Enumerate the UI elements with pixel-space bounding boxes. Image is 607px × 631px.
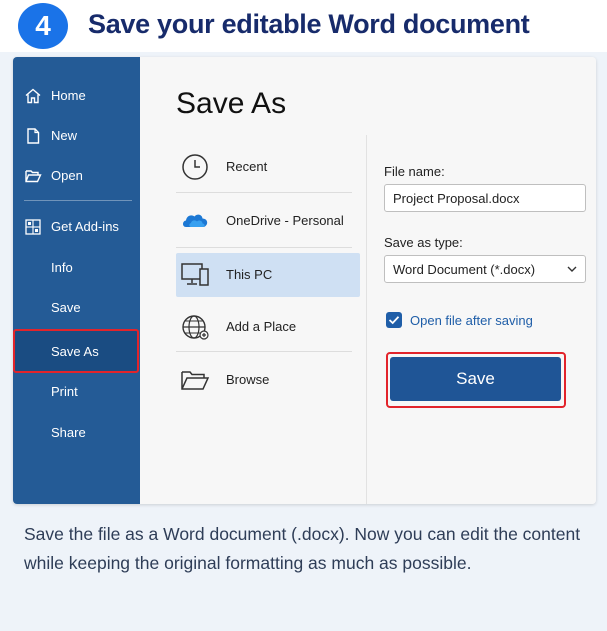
onedrive-cloud-icon bbox=[183, 214, 208, 227]
sidebar-item-get-add-ins[interactable]: Get Add-ins bbox=[13, 213, 140, 241]
location-onedrive[interactable]: OneDrive - Personal bbox=[176, 199, 360, 243]
location-divider bbox=[176, 351, 352, 352]
word-backstage-window: Home New Open Get Add-ins Info Save Save… bbox=[13, 57, 596, 504]
save-type-label: Save as type: bbox=[384, 235, 463, 250]
step-title: Save your editable Word document bbox=[88, 9, 530, 39]
chevron-down-icon bbox=[567, 266, 577, 272]
sidebar-item-home[interactable]: Home bbox=[13, 82, 140, 110]
backstage-sidebar: Home New Open Get Add-ins Info Save Save… bbox=[13, 57, 140, 504]
globe-icon bbox=[182, 315, 209, 340]
checkmark-icon bbox=[388, 316, 400, 325]
save-type-value: Word Document (*.docx) bbox=[393, 262, 536, 277]
location-recent[interactable]: Recent bbox=[176, 145, 360, 189]
home-icon bbox=[25, 88, 41, 104]
location-label: Recent bbox=[226, 159, 268, 174]
sidebar-item-label: Save bbox=[51, 300, 81, 315]
sidebar-item-open[interactable]: Open bbox=[13, 162, 140, 190]
location-label: Browse bbox=[226, 372, 270, 387]
file-name-label: File name: bbox=[384, 164, 445, 179]
sidebar-item-label: Home bbox=[51, 88, 86, 103]
location-label: OneDrive - Personal bbox=[226, 213, 344, 228]
step-caption: Save the file as a Word document (.docx)… bbox=[24, 524, 581, 573]
sidebar-item-print[interactable]: Print bbox=[13, 378, 140, 406]
open-after-saving-checkbox[interactable] bbox=[386, 312, 402, 328]
sidebar-item-label: Info bbox=[51, 260, 73, 275]
new-document-icon bbox=[27, 128, 40, 144]
location-add-a-place[interactable]: Add a Place bbox=[176, 305, 360, 349]
sidebar-item-new[interactable]: New bbox=[13, 122, 140, 150]
sidebar-item-label: Get Add-ins bbox=[51, 219, 119, 234]
save-type-select[interactable]: Word Document (*.docx) bbox=[384, 255, 586, 283]
clock-icon bbox=[182, 154, 208, 180]
sidebar-item-share[interactable]: Share bbox=[13, 419, 140, 447]
open-after-saving-label[interactable]: Open file after saving bbox=[410, 313, 533, 328]
save-button[interactable]: Save bbox=[390, 357, 561, 401]
page-title: Save As bbox=[176, 87, 287, 120]
location-divider bbox=[176, 192, 352, 193]
file-name-input[interactable]: Project Proposal.docx bbox=[384, 184, 586, 212]
location-label: Add a Place bbox=[226, 319, 297, 334]
sidebar-divider bbox=[24, 200, 132, 201]
location-browse[interactable]: Browse bbox=[176, 358, 360, 402]
panel-divider bbox=[366, 135, 367, 504]
folder-icon bbox=[181, 371, 210, 390]
sidebar-item-info[interactable]: Info bbox=[13, 254, 140, 282]
sidebar-item-label: New bbox=[51, 128, 78, 143]
sidebar-item-save-as[interactable]: Save As bbox=[13, 329, 139, 373]
save-as-panel: Save As Recent OneDrive - Personal This … bbox=[140, 57, 596, 504]
add-ins-grid-icon bbox=[25, 219, 41, 235]
step-number-badge: 4 bbox=[18, 3, 68, 49]
sidebar-item-label: Open bbox=[51, 168, 83, 183]
location-this-pc[interactable]: This PC bbox=[176, 253, 360, 297]
tutorial-header: 4 Save your editable Word document bbox=[0, 0, 607, 52]
computer-icon bbox=[181, 263, 209, 286]
sidebar-item-save[interactable]: Save bbox=[13, 294, 140, 322]
sidebar-item-label: Share bbox=[51, 425, 86, 440]
location-divider bbox=[176, 247, 352, 248]
sidebar-item-label: Print bbox=[51, 384, 78, 399]
sidebar-item-label: Save As bbox=[51, 344, 99, 359]
location-label: This PC bbox=[226, 267, 273, 282]
folder-open-icon bbox=[25, 170, 42, 183]
